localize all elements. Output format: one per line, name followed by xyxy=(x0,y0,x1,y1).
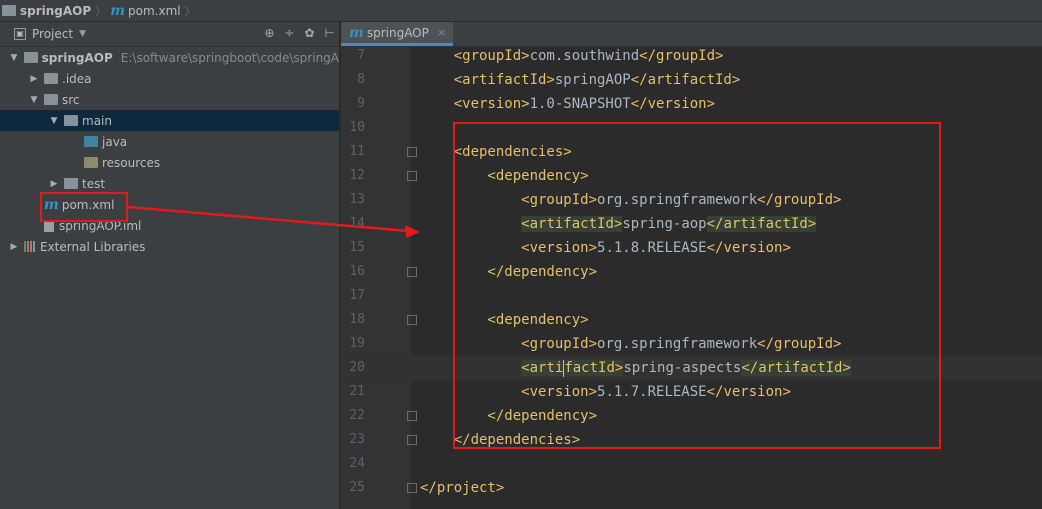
annotation-arrow xyxy=(127,205,420,238)
